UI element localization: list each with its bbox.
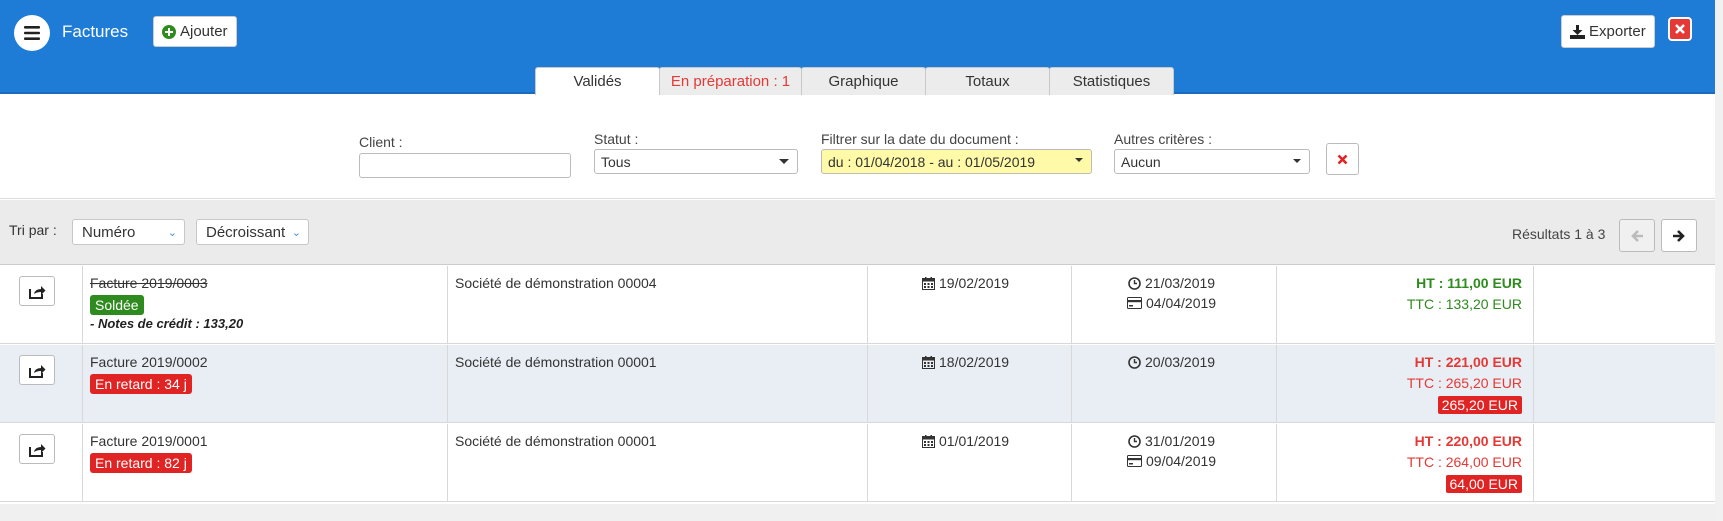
client-name: Société de démonstration 00001 <box>455 433 657 449</box>
sort-field-value: Numéro <box>82 223 136 241</box>
client-input[interactable] <box>359 153 571 178</box>
tab-valides[interactable]: Validés <box>535 67 660 95</box>
client-name: Société de démonstration 00001 <box>455 354 657 370</box>
download-icon <box>1570 24 1585 39</box>
sort-order-value: Décroissant <box>206 223 286 241</box>
share-icon <box>29 364 46 378</box>
sort-order-select[interactable]: Décroissant ⌄ <box>196 219 309 245</box>
invoice-number[interactable]: Facture 2019/0002 <box>90 354 208 370</box>
share-button[interactable] <box>19 434 55 464</box>
export-button-label: Exporter <box>1589 23 1646 40</box>
status-select-value: Tous <box>601 153 631 170</box>
scrollbar[interactable] <box>1715 0 1723 521</box>
status-label: Statut : <box>594 131 639 147</box>
results-count: Résultats 1 à 3 <box>1512 226 1606 242</box>
tab-bar: Validés En préparation : 1 Graphique Tot… <box>535 67 1174 95</box>
close-icon <box>1337 154 1348 164</box>
payment-date: 04/04/2019 <box>1127 295 1216 311</box>
table-footer <box>0 504 1715 521</box>
credit-note: - Notes de crédit : 133,20 <box>90 316 244 331</box>
tab-totaux[interactable]: Totaux <box>925 67 1050 95</box>
date-filter-label: Filtrer sur la date du document : <box>821 131 1019 147</box>
hamburger-icon <box>24 26 40 40</box>
amount-ht: HT : 220,00 EUR <box>1414 433 1522 449</box>
plus-circle-icon <box>162 24 176 39</box>
amount-ht: HT : 111,00 EUR <box>1416 275 1522 291</box>
client-label: Client : <box>359 134 403 150</box>
invoice-number[interactable]: Facture 2019/0001 <box>90 433 208 449</box>
table-row[interactable]: Facture 2019/0003 Soldée - Notes de crédit… <box>0 266 1715 344</box>
document-date: 18/02/2019 <box>922 354 1009 370</box>
due-date: 20/03/2019 <box>1128 354 1215 370</box>
document-date: 01/01/2019 <box>922 433 1009 449</box>
app-header: Factures Ajouter Exporter Validés En pré… <box>0 0 1715 95</box>
amount-ttc: TTC : 133,20 EUR <box>1406 296 1522 312</box>
other-criteria-select[interactable]: Aucun <box>1114 149 1310 174</box>
status-badge: Soldée <box>90 295 144 315</box>
caret-down-icon <box>1075 158 1083 162</box>
sort-field-select[interactable]: Numéro ⌄ <box>72 219 185 245</box>
amount-ttc: TTC : 264,00 EUR <box>1406 454 1522 470</box>
clock-icon <box>1128 276 1141 290</box>
date-filter-value: du : 01/04/2018 - au : 01/05/2019 <box>828 153 1036 170</box>
credit-card-icon <box>1127 297 1142 309</box>
share-button[interactable] <box>19 355 55 385</box>
filter-panel <box>0 96 1715 199</box>
share-icon <box>29 285 46 299</box>
chevron-down-icon: ⌄ <box>291 227 301 239</box>
previous-page-button[interactable] <box>1619 219 1655 252</box>
tab-statistiques[interactable]: Statistiques <box>1049 67 1174 95</box>
client-name: Société de démonstration 00004 <box>455 275 657 291</box>
other-criteria-value: Aucun <box>1121 153 1161 170</box>
remaining-balance-badge: 64,00 EUR <box>1445 475 1522 493</box>
arrow-left-icon <box>1631 229 1643 242</box>
page-title: Factures <box>62 22 129 41</box>
status-badge: En retard : 34 j <box>90 374 192 394</box>
credit-card-icon <box>1127 455 1142 467</box>
menu-button[interactable] <box>14 15 50 51</box>
document-date: 19/02/2019 <box>922 275 1009 291</box>
close-button[interactable] <box>1668 17 1692 41</box>
other-criteria-label: Autres critères : <box>1114 131 1213 147</box>
share-button[interactable] <box>19 276 55 306</box>
add-button-label: Ajouter <box>180 23 228 40</box>
calendar-icon <box>922 276 935 290</box>
sort-label: Tri par : <box>9 222 57 238</box>
clock-icon <box>1128 355 1141 369</box>
amount-ttc: TTC : 265,20 EUR <box>1406 375 1522 391</box>
due-date: 31/01/2019 <box>1128 433 1215 449</box>
payment-date: 09/04/2019 <box>1127 453 1216 469</box>
export-button[interactable]: Exporter <box>1561 15 1655 48</box>
chevron-down-icon: ⌄ <box>167 227 177 239</box>
remaining-balance-badge: 265,20 EUR <box>1437 396 1522 414</box>
close-icon <box>1675 24 1685 34</box>
date-filter-input[interactable]: du : 01/04/2018 - au : 01/05/2019 <box>821 149 1092 174</box>
caret-down-icon <box>779 159 789 164</box>
share-icon <box>29 443 46 457</box>
caret-down-icon <box>1293 159 1301 163</box>
status-select[interactable]: Tous <box>594 149 798 174</box>
clock-icon <box>1128 434 1141 448</box>
calendar-icon <box>922 434 935 448</box>
add-button[interactable]: Ajouter <box>153 16 237 47</box>
status-badge: En retard : 82 j <box>90 453 192 473</box>
invoice-number[interactable]: Facture 2019/0003 <box>90 275 208 291</box>
amount-ht: HT : 221,00 EUR <box>1414 354 1522 370</box>
clear-filters-button[interactable] <box>1326 143 1359 175</box>
table-row[interactable]: Facture 2019/0002 En retard : 34 j Société… <box>0 345 1715 423</box>
tab-en-preparation[interactable]: En préparation : 1 <box>659 67 802 95</box>
calendar-icon <box>922 355 935 369</box>
arrow-right-icon <box>1673 229 1685 242</box>
table-row[interactable]: Facture 2019/0001 En retard : 82 j Société… <box>0 424 1715 502</box>
tab-graphique[interactable]: Graphique <box>801 67 926 95</box>
due-date: 21/03/2019 <box>1128 275 1215 291</box>
next-page-button[interactable] <box>1661 219 1697 252</box>
